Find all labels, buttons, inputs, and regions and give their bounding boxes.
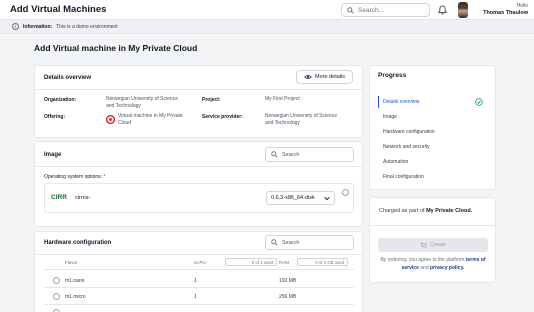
offering-value-line2: Cloud bbox=[118, 120, 132, 126]
hardware-configuration-title: Hardware configuration bbox=[44, 240, 112, 246]
user-name[interactable]: Thomas Thaulow bbox=[472, 10, 528, 16]
search-icon bbox=[271, 151, 278, 158]
flavor-vcpu: 1 bbox=[194, 278, 197, 284]
flavor-radio[interactable] bbox=[53, 277, 60, 284]
offering-logo-icon bbox=[106, 115, 115, 124]
service-provider-label: Service provider: bbox=[202, 114, 243, 120]
os-options-label-text: Operating system options: bbox=[44, 174, 103, 180]
search-icon bbox=[347, 6, 354, 14]
organization-label: Organization: bbox=[44, 97, 77, 103]
step-network-and-security[interactable]: Network and security bbox=[383, 144, 430, 150]
os-option-card[interactable]: CIRR cirros- 0.6.3-x86_64-disk bbox=[44, 183, 354, 213]
step-automation[interactable]: Automation bbox=[383, 159, 408, 165]
search-icon bbox=[271, 239, 278, 246]
column-header-flavor[interactable]: Flavor bbox=[65, 260, 78, 265]
details-overview-card: Details overview More details Organizati… bbox=[34, 65, 363, 138]
charged-prefix: Charged as part of bbox=[379, 208, 425, 214]
os-option-radio[interactable] bbox=[342, 189, 349, 196]
details-overview-title: Details overview bbox=[44, 75, 92, 81]
privacy-policy-link[interactable]: privacy policy. bbox=[430, 265, 464, 271]
image-search-input[interactable]: Search bbox=[265, 147, 354, 162]
info-message: This is a demo environment bbox=[56, 23, 118, 30]
top-bar: Add Virtual Machines Search... Hello Tho… bbox=[0, 0, 534, 20]
terms-and: and bbox=[420, 265, 429, 271]
ram-usage-indicator: 0 of 2 GB used bbox=[297, 258, 348, 266]
service-provider-value-line2: and Technology bbox=[265, 120, 300, 126]
hardware-search-input[interactable]: Search bbox=[265, 235, 354, 250]
hardware-header-divider bbox=[44, 269, 354, 270]
column-header-vcpu[interactable]: vCPU bbox=[194, 260, 206, 265]
more-details-button[interactable]: More details bbox=[296, 70, 353, 84]
global-search-input[interactable]: Search... bbox=[341, 3, 430, 17]
image-divider bbox=[35, 166, 362, 167]
check-circle-icon bbox=[475, 98, 483, 106]
avatar[interactable] bbox=[458, 2, 468, 18]
summary-divider bbox=[370, 225, 495, 226]
flavor-vcpu: 1 bbox=[194, 294, 197, 300]
flavor-ram: 256 MB bbox=[279, 294, 297, 300]
os-version-select[interactable]: 0.6.3-x86_64-disk bbox=[266, 191, 335, 205]
project-label: Project: bbox=[202, 97, 221, 103]
info-bar: i Information: This is a demo environmen… bbox=[0, 20, 534, 34]
vcpu-usage-indicator: 0 of 1 used bbox=[225, 258, 277, 266]
image-card: Image Search Operating system options: *… bbox=[34, 141, 363, 227]
table-row-divider bbox=[44, 287, 354, 288]
create-button-label: Create bbox=[429, 242, 447, 248]
info-label: Information: bbox=[23, 23, 53, 30]
progress-title: Progress bbox=[378, 72, 407, 79]
hardware-configuration-card: Hardware configuration Search Flavor vCP… bbox=[34, 231, 363, 312]
step-hardware-configuration[interactable]: Hardware configuration bbox=[383, 129, 435, 135]
user-greeting: Hello bbox=[516, 3, 528, 9]
hardware-divider bbox=[35, 254, 362, 255]
details-divider bbox=[35, 89, 362, 90]
flavor-name: m1.nano bbox=[65, 278, 85, 284]
vcpu-usage-text: 0 of 1 used bbox=[251, 259, 273, 265]
terms-text: By ordering, you agree to the platform t… bbox=[376, 256, 490, 272]
os-version-value: 0.6.3-x86_64-disk bbox=[271, 195, 315, 201]
project-value: My First Project bbox=[265, 96, 300, 102]
more-details-label: More details bbox=[315, 74, 345, 80]
image-search-placeholder: Search bbox=[282, 151, 300, 158]
os-logo: CIRR bbox=[51, 194, 67, 201]
step-image[interactable]: Image bbox=[383, 114, 397, 120]
step-final-configuration[interactable]: Final configuration bbox=[383, 174, 424, 180]
offering-label: Offering: bbox=[44, 114, 66, 120]
global-search-placeholder: Search... bbox=[358, 6, 385, 14]
eye-icon bbox=[304, 74, 312, 80]
organization-value-line2: and Technology bbox=[106, 103, 141, 109]
info-icon: i bbox=[12, 23, 19, 30]
page-title: Add Virtual machine in My Private Cloud bbox=[34, 43, 198, 53]
charged-text: Charged as part of My Private Cloud. bbox=[379, 208, 472, 214]
terms-prefix: By ordering, you agree to the platform bbox=[380, 257, 465, 263]
step-details-overview[interactable]: Details overview bbox=[383, 99, 419, 105]
hardware-search-placeholder: Search bbox=[282, 239, 300, 246]
flavor-radio[interactable] bbox=[53, 293, 60, 300]
table-row-divider bbox=[44, 304, 354, 305]
column-header-ram[interactable]: RAM bbox=[279, 260, 289, 265]
flavor-name: m1.micro bbox=[65, 294, 86, 300]
app-title: Add Virtual Machines bbox=[10, 4, 107, 15]
active-step-indicator bbox=[378, 96, 379, 108]
flavor-ram: 192 MB bbox=[279, 278, 297, 284]
os-options-label: Operating system options: * bbox=[44, 174, 105, 180]
create-button[interactable]: Create bbox=[378, 238, 488, 252]
required-mark: * bbox=[103, 174, 106, 180]
bell-icon[interactable] bbox=[438, 5, 447, 15]
charged-bold: My Private Cloud. bbox=[426, 208, 473, 214]
cart-icon bbox=[420, 242, 427, 248]
ram-usage-text: 0 of 2 GB used bbox=[315, 259, 344, 265]
image-title: Image bbox=[44, 152, 62, 158]
os-name: cirros- bbox=[75, 195, 91, 201]
progress-card bbox=[369, 65, 496, 190]
chevron-down-icon bbox=[324, 197, 330, 201]
